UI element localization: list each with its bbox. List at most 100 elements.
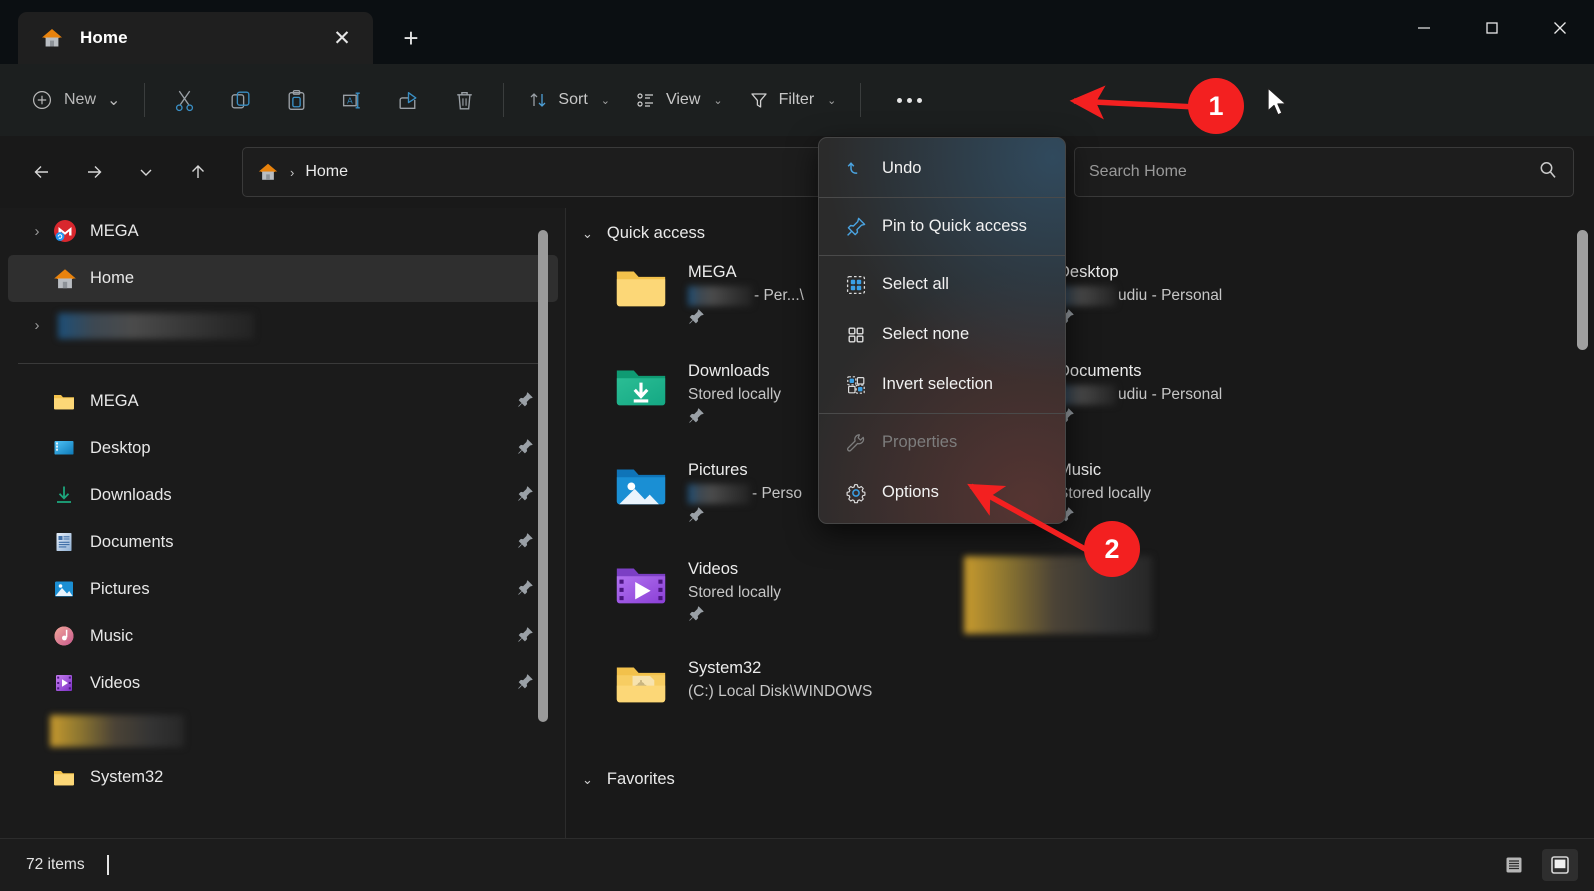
select-none-icon [840, 324, 872, 346]
sidebar-item-videos[interactable]: Videos [8, 660, 558, 707]
sidebar-divider [18, 363, 542, 364]
chevron-down-icon: ⌄ [713, 94, 723, 107]
pin-icon[interactable] [517, 391, 534, 413]
see-more-button[interactable] [882, 78, 936, 122]
large-icons-view-icon[interactable] [1542, 849, 1578, 881]
quick-access-header[interactable]: ⌄ Quick access [566, 208, 1594, 253]
sidebar-item-redacted-2[interactable] [8, 707, 558, 754]
sidebar-scrollbar-thumb[interactable] [538, 230, 548, 722]
overflow-context-menu: Undo Pin to Quick access Select all Sele… [818, 137, 1066, 524]
menu-item-select-all[interactable]: Select all [824, 260, 1060, 309]
chevron-right-icon[interactable]: › [22, 223, 52, 240]
annotation-badge-2: 2 [1084, 521, 1140, 577]
sidebar-item-mega-tree[interactable]: › MEGA [8, 208, 558, 255]
sidebar-item-downloads[interactable]: Downloads [8, 472, 558, 519]
filter-label: Filter [778, 91, 815, 108]
menu-item-undo[interactable]: Undo [824, 144, 1060, 193]
close-icon[interactable]: ✕ [325, 21, 359, 55]
invert-selection-icon [840, 374, 872, 396]
view-button[interactable]: View ⌄ [623, 78, 736, 122]
menu-item-label: Select none [882, 325, 970, 343]
documents-icon [52, 530, 78, 556]
sidebar-item-mega[interactable]: MEGA [8, 378, 558, 425]
chevron-down-icon[interactable]: ⌄ [582, 226, 593, 242]
sidebar-item-documents[interactable]: Documents [8, 519, 558, 566]
menu-item-label: Select all [882, 275, 949, 293]
pin-icon[interactable] [688, 309, 705, 329]
content-scrollbar-thumb[interactable] [1577, 230, 1588, 350]
list-item[interactable]: System32 (C:) Local Disk\WINDOWS [612, 649, 982, 748]
cut-icon[interactable] [156, 77, 212, 123]
breadcrumb-separator: › [290, 164, 295, 180]
sidebar-label: Documents [90, 533, 174, 551]
undo-icon [840, 158, 872, 180]
back-arrow-icon[interactable] [20, 150, 64, 194]
breadcrumb-current[interactable]: Home [305, 163, 348, 181]
search-icon[interactable] [1537, 159, 1559, 186]
sidebar-item-music[interactable]: Music [8, 613, 558, 660]
forward-arrow-icon[interactable] [72, 150, 116, 194]
chevron-down-icon: ⌄ [600, 94, 610, 107]
sort-label: Sort [558, 91, 588, 108]
sidebar-label: MEGA [90, 392, 139, 410]
pin-icon[interactable] [517, 485, 534, 507]
rename-icon[interactable]: A [324, 77, 380, 123]
menu-item-invert-selection[interactable]: Invert selection [824, 360, 1060, 409]
pin-icon[interactable] [517, 579, 534, 601]
pin-icon[interactable] [688, 408, 705, 428]
item-subtitle: (C:) Local Disk\WINDOWS [688, 683, 873, 700]
sidebar-item-home[interactable]: Home [8, 255, 558, 302]
close-window-icon[interactable] [1526, 0, 1594, 56]
sidebar-label: MEGA [90, 222, 139, 240]
new-button-label: New [64, 91, 97, 108]
chevron-down-icon[interactable]: ⌄ [582, 772, 593, 788]
menu-item-pin-to-quick-access[interactable]: Pin to Quick access [824, 202, 1060, 251]
details-view-icon[interactable] [1496, 849, 1532, 881]
sidebar-item-pictures[interactable]: Pictures [8, 566, 558, 613]
minimize-icon[interactable] [1390, 0, 1458, 56]
item-name: Videos [688, 560, 739, 578]
item-subtitle: - Perso [688, 482, 802, 506]
delete-icon[interactable] [436, 77, 492, 123]
pin-icon[interactable] [688, 507, 705, 527]
item-subtitle: Stored locally [688, 386, 782, 403]
copy-icon[interactable] [212, 77, 268, 123]
tab-home[interactable]: Home ✕ [18, 12, 373, 64]
sidebar-item-desktop[interactable]: Desktop [8, 425, 558, 472]
videos-icon [52, 671, 78, 697]
item-subtitle-text: - Perso [752, 485, 802, 502]
maximize-icon[interactable] [1458, 0, 1526, 56]
downloads-icon [612, 356, 670, 414]
pin-icon[interactable] [688, 606, 705, 626]
item-name: Downloads [688, 362, 770, 380]
chevron-right-icon[interactable]: › [22, 317, 52, 334]
menu-item-select-none[interactable]: Select none [824, 310, 1060, 359]
folder-system-icon [612, 653, 670, 711]
list-item[interactable]: Videos Stored locally [612, 550, 982, 649]
paste-icon[interactable] [268, 77, 324, 123]
pin-icon[interactable] [517, 438, 534, 460]
search-box[interactable] [1074, 147, 1574, 197]
pin-icon[interactable] [517, 673, 534, 695]
share-icon[interactable] [380, 77, 436, 123]
toolbar-divider-2 [503, 83, 505, 117]
file-explorer-window: Home ✕ + New ⌄ A Sort ⌄ View ⌄ Filter ⌄ … [0, 0, 1594, 891]
sort-button[interactable]: Sort ⌄ [515, 78, 623, 122]
filter-button[interactable]: Filter ⌄ [736, 78, 850, 122]
pin-icon[interactable] [517, 532, 534, 554]
up-arrow-icon[interactable] [176, 150, 220, 194]
favorites-header[interactable]: ⌄ Favorites [566, 748, 1594, 799]
new-tab-button[interactable]: + [389, 16, 433, 60]
pin-icon[interactable] [517, 626, 534, 648]
search-input[interactable] [1089, 163, 1537, 181]
item-subtitle: Stored locally [688, 584, 782, 601]
gear-icon [840, 482, 872, 504]
sidebar-item-redacted[interactable]: › [8, 302, 558, 349]
sidebar-item-system32[interactable]: System32 [8, 754, 558, 801]
menu-item-label: Undo [882, 159, 922, 177]
window-controls [1390, 0, 1594, 56]
new-button[interactable]: New ⌄ [18, 78, 133, 122]
recent-locations-chevron-down-icon[interactable] [124, 150, 168, 194]
address-bar: › Home [0, 136, 1594, 208]
main-body: › MEGA Home › MEGA Desktop Downloads Doc… [0, 208, 1594, 838]
